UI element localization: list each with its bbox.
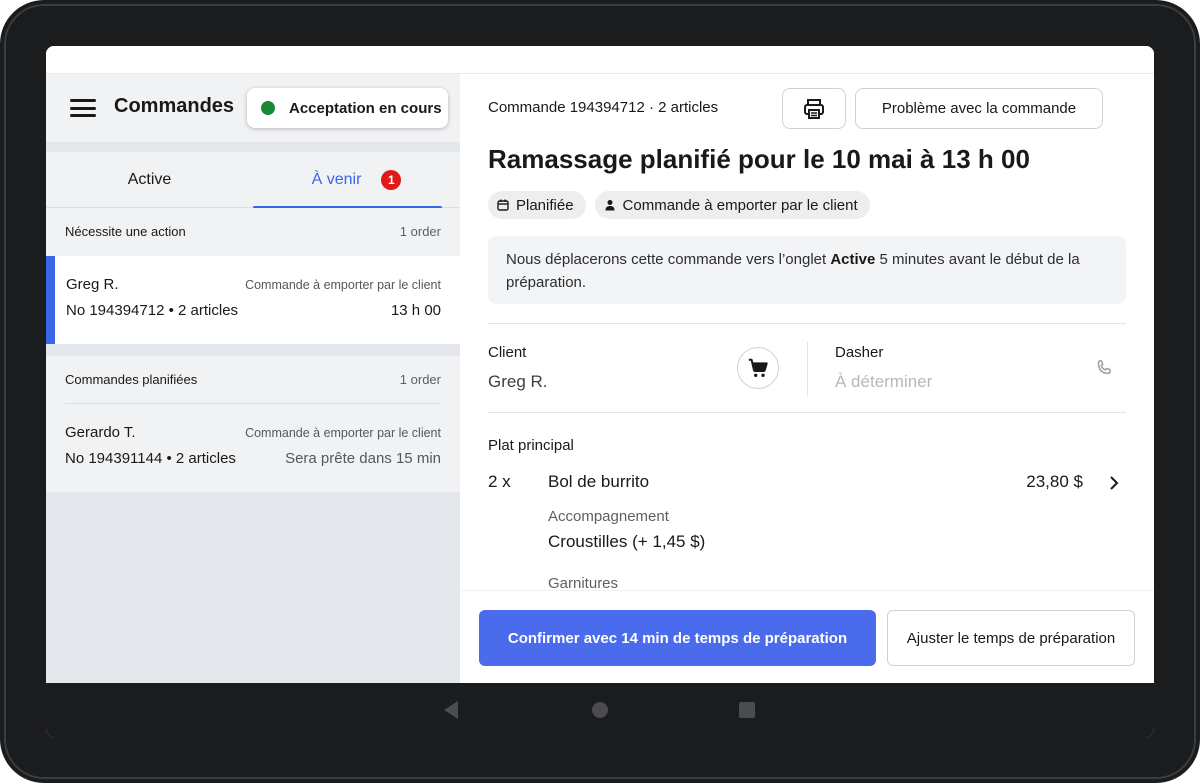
section-title: Nécessite une action [65, 224, 186, 239]
dasher-label: Dasher [835, 344, 884, 361]
status-dot-icon [261, 101, 275, 115]
order-fulfilment-type: Commande à emporter par le client [245, 426, 441, 440]
action-footer: Confirmer avec 14 min de temps de prépar… [460, 590, 1154, 683]
item-option-group: Accompagnement [548, 508, 669, 525]
phone-icon[interactable] [1094, 358, 1114, 378]
section-header: Nécessite une action 1 order [65, 208, 441, 255]
order-problem-button[interactable]: Problème avec la commande [855, 88, 1103, 129]
acceptance-status-button[interactable]: Acceptation en cours [247, 88, 448, 128]
item-quantity: 2 x [488, 472, 511, 491]
hamburger-menu-icon[interactable] [70, 97, 96, 119]
sidebar-title: Commandes [114, 95, 235, 117]
order-card-selected[interactable]: Greg R. Commande à emporter par le clien… [46, 256, 460, 344]
adjust-prep-time-button[interactable]: Ajuster le temps de préparation [887, 610, 1135, 666]
order-number: No 194391144 • 2 articles [65, 450, 236, 467]
vertical-divider [807, 342, 808, 396]
upcoming-count-badge: 1 [381, 170, 402, 190]
tab-active-label: Active [127, 171, 172, 188]
order-fulfilment-type: Commande à emporter par le client [245, 278, 441, 292]
chevron-right-icon [1110, 476, 1119, 490]
order-tabs: Active À venir 1 [46, 152, 460, 209]
section-header: Commandes planifiées 1 order [65, 356, 441, 403]
order-customer-name: Greg R. [66, 276, 119, 293]
client-label: Client [488, 344, 527, 361]
notice-text-start: Nous déplacerons cette commande vers l’o… [506, 251, 831, 268]
section-count: 1 order [399, 372, 441, 387]
calendar-icon [497, 199, 509, 211]
orders-sidebar: Commandes Acceptation en cours Active À … [46, 74, 460, 683]
order-customer-name: Gerardo T. [65, 424, 136, 441]
order-ready-time: Sera prête dans 15 min [285, 450, 441, 467]
back-icon[interactable] [442, 700, 460, 720]
screen: Commandes Acceptation en cours Active À … [46, 46, 1154, 738]
client-name: Greg R. [488, 372, 548, 391]
divider [488, 323, 1126, 324]
menu-category-label: Plat principal [488, 437, 574, 454]
scheduled-chip-label: Planifiée [516, 196, 574, 214]
item-option-value: Croustilles (+ 1,45 $) [548, 532, 706, 551]
person-icon [604, 199, 616, 211]
print-button[interactable] [782, 88, 846, 129]
section-count: 1 order [399, 224, 441, 239]
printer-icon [804, 98, 824, 119]
order-item-row[interactable]: 2 x Bol de burrito 23,80 $ [488, 472, 1126, 496]
section-needs-action: Nécessite une action 1 order Greg R. Com… [46, 208, 460, 344]
section-title: Commandes planifiées [65, 372, 198, 387]
tab-active[interactable]: Active [46, 152, 253, 208]
customer-cart-button[interactable] [737, 347, 779, 389]
item-name: Bol de burrito [548, 472, 650, 491]
order-card[interactable]: Gerardo T. Commande à emporter par le cl… [46, 404, 460, 492]
order-number: No 194394712 • 2 articles [66, 302, 239, 319]
home-icon[interactable] [592, 702, 608, 718]
order-tags: Planifiée Commande à emporter par le cli… [488, 191, 870, 219]
tab-upcoming-label: À venir [311, 171, 362, 188]
item-price: 23,80 $ [1026, 472, 1083, 491]
pickup-chip-label: Commande à emporter par le client [622, 196, 858, 214]
sidebar-header: Commandes Acceptation en cours [46, 74, 460, 142]
status-bar [46, 46, 1154, 74]
tablet-frame: Commandes Acceptation en cours Active À … [0, 0, 1200, 783]
info-notice: Nous déplacerons cette commande vers l’o… [488, 236, 1126, 304]
tab-upcoming[interactable]: À venir 1 [253, 152, 460, 209]
recent-apps-icon[interactable] [739, 702, 755, 718]
section-scheduled: Commandes planifiées 1 order Gerardo T. … [46, 356, 460, 492]
notice-text-bold: Active [830, 251, 876, 268]
android-nav-bar [46, 683, 1154, 738]
page-title: Ramassage planifié pour le 10 mai à 13 h… [488, 144, 1030, 174]
confirm-order-button[interactable]: Confirmer avec 14 min de temps de prépar… [479, 610, 876, 666]
shopping-cart-icon [748, 358, 768, 377]
scheduled-chip: Planifiée [488, 191, 586, 219]
order-header: Commande 194394712 · 2 articles [488, 99, 719, 116]
order-time: 13 h 00 [390, 302, 441, 319]
divider [488, 412, 1126, 413]
dasher-value: À déterminer [835, 372, 933, 391]
pickup-chip: Commande à emporter par le client [594, 191, 870, 219]
acceptance-status-label: Acceptation en cours [289, 99, 442, 117]
